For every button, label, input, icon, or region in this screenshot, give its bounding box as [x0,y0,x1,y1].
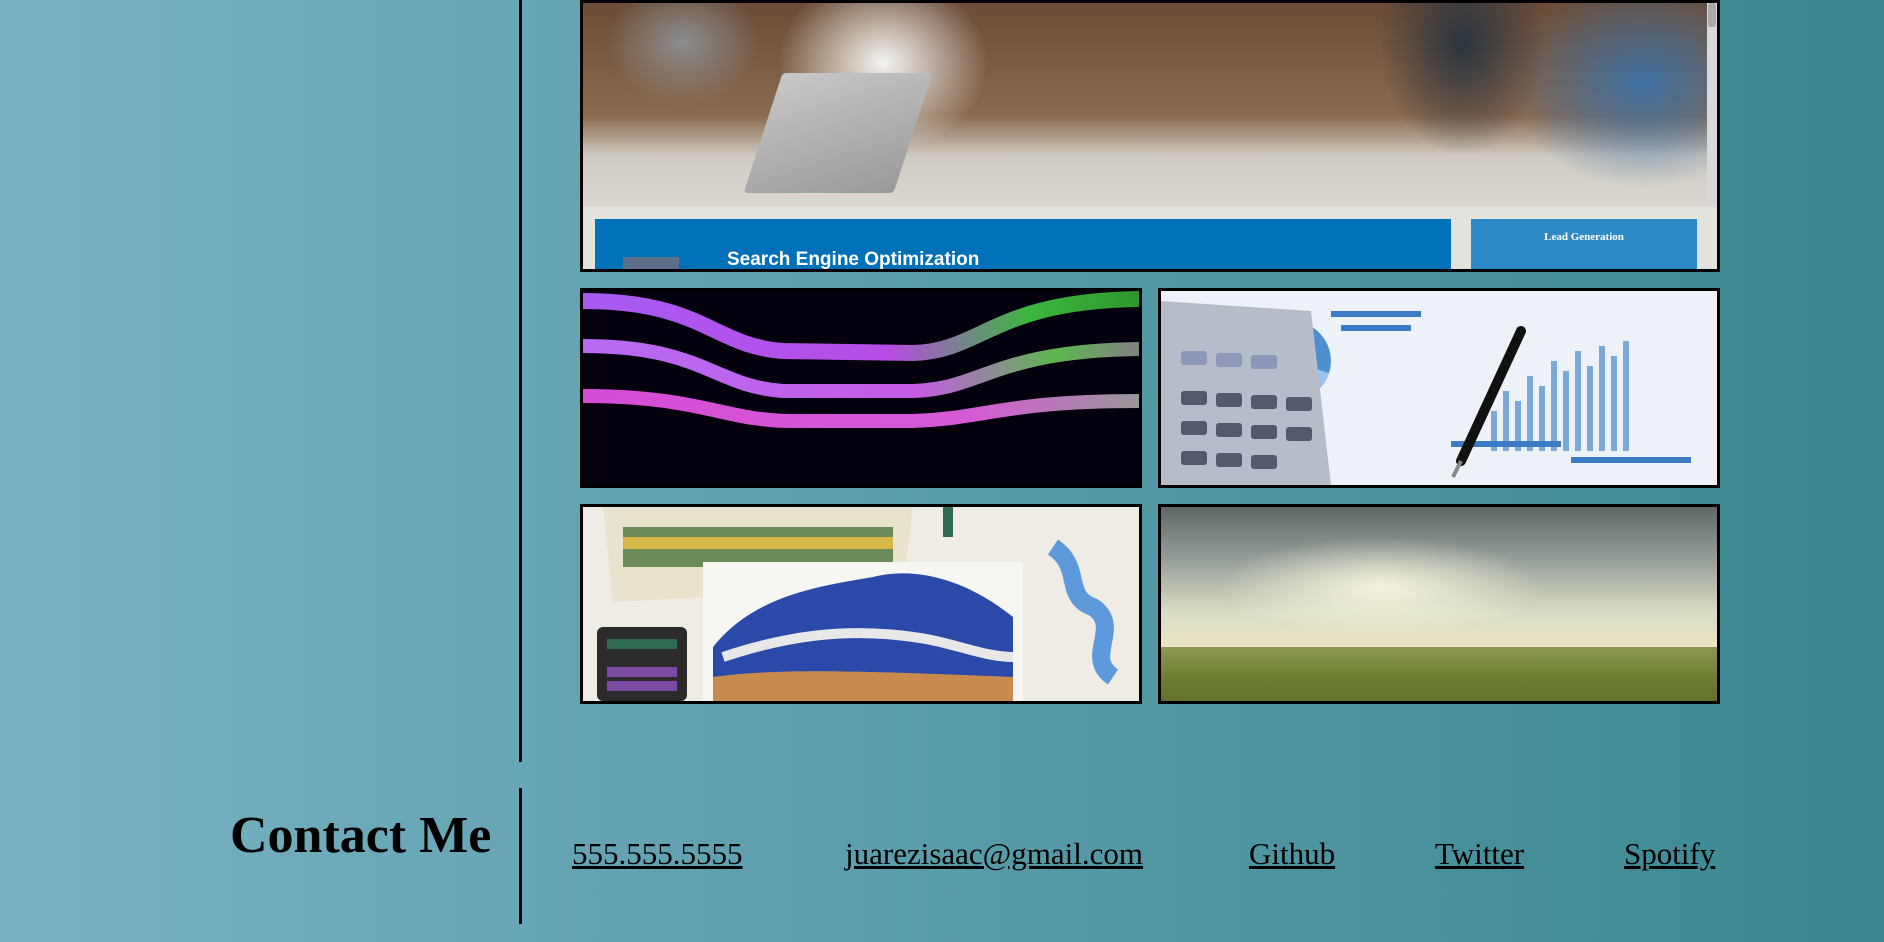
scrollbar[interactable] [1707,3,1717,207]
project-tile-landscape[interactable] [1158,504,1720,704]
landscape-sky-image [1161,507,1717,647]
divider-bottom [519,788,522,924]
neon-waves-image [583,291,1139,465]
office-photo [583,3,1709,207]
spotify-link[interactable]: Spotify [1624,836,1715,872]
calculator-chart-image [1161,291,1717,485]
painting-image [583,507,1139,701]
scrollbar-thumb[interactable] [1708,3,1716,27]
github-link[interactable]: Github [1249,836,1335,872]
project-tile-finance[interactable] [1158,288,1720,488]
twitter-link[interactable]: Twitter [1435,836,1524,872]
seo-thumbnail [623,257,679,269]
lead-generation-title: Lead Generation [1544,231,1624,243]
phone-link[interactable]: 555.555.5555 [572,836,743,872]
featured-project-image[interactable]: Search Engine Optimization Lead Generati… [580,0,1720,272]
lead-generation-banner: Lead Generation [1471,219,1697,269]
project-tile-neon[interactable] [580,288,1142,488]
laptop-image [743,73,933,193]
divider-top [519,0,522,762]
seo-title: Search Engine Optimization [727,249,980,270]
landscape-field-image [1161,647,1717,701]
seo-banner: Search Engine Optimization [595,219,1451,270]
email-link[interactable]: juarezisaac@gmail.com [845,836,1143,872]
project-tile-art[interactable] [580,504,1142,704]
contact-heading: Contact Me [230,807,492,864]
